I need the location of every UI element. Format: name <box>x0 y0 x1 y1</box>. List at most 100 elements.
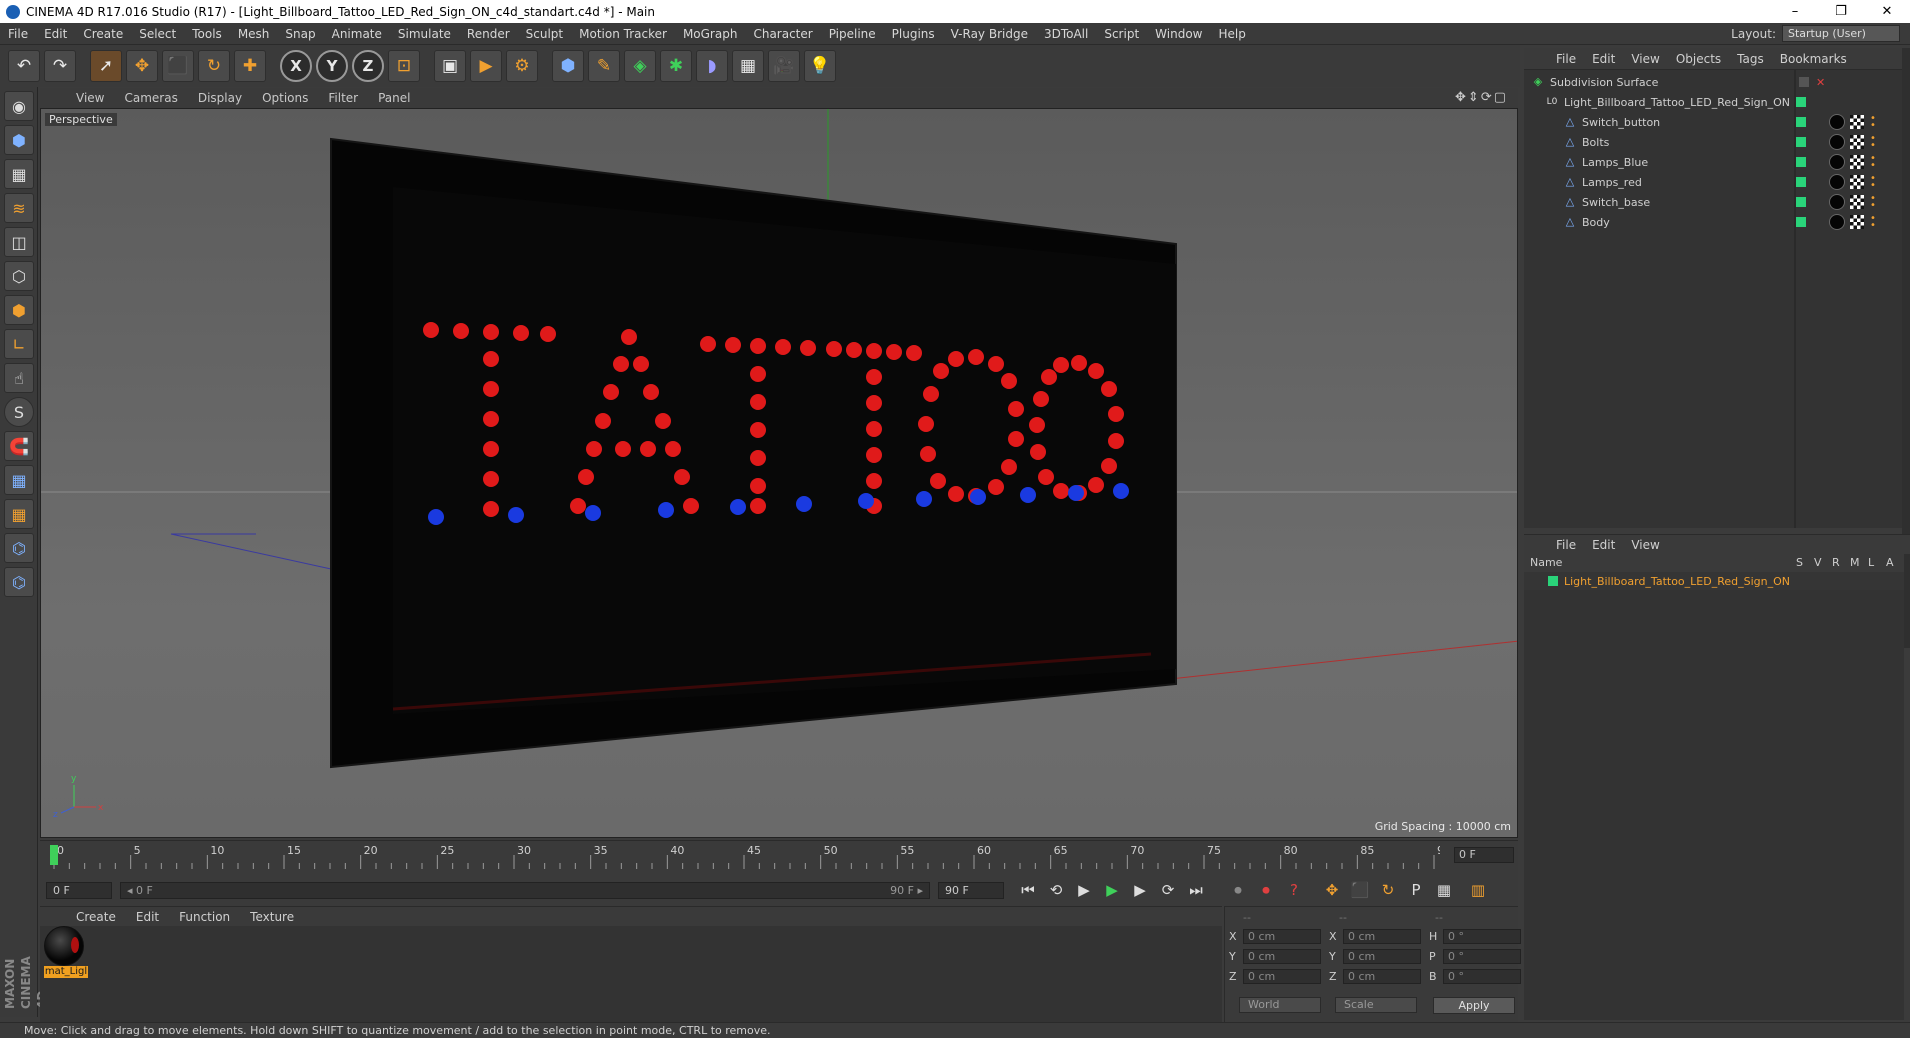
keyframe-selection-icon[interactable]: ? <box>1282 878 1306 902</box>
viewport-menu-display[interactable]: Display <box>188 91 252 105</box>
minimize-button[interactable]: – <box>1772 4 1818 19</box>
menu-select[interactable]: Select <box>131 27 184 41</box>
pen-spline-icon[interactable]: ✎ <box>588 50 620 82</box>
layer-col-manager[interactable]: M <box>1850 556 1860 569</box>
uvw-tag-icon[interactable] <box>1850 195 1864 209</box>
rotation-p-field[interactable]: 0 ° <box>1443 949 1521 964</box>
redo-icon[interactable]: ↷ <box>44 50 76 82</box>
viewport-menu-panel[interactable]: Panel <box>368 91 420 105</box>
column-divider[interactable] <box>1794 70 1796 528</box>
object-menu-bookmarks[interactable]: Bookmarks <box>1772 52 1855 66</box>
rotation-h-field[interactable]: 0 ° <box>1443 929 1521 944</box>
layer-col-locked[interactable]: L <box>1868 556 1874 569</box>
planar-workplane-icon[interactable]: ▦ <box>4 499 34 529</box>
floor-icon[interactable]: ▦ <box>732 50 764 82</box>
menu-snap[interactable]: Snap <box>277 27 323 41</box>
render-view-icon[interactable]: ▶ <box>470 50 502 82</box>
object-row-billboard-null[interactable]: L0 Light_Billboard_Tattoo_LED_Red_Sign_O… <box>1524 92 1904 112</box>
phong-tag-icon[interactable]: • • <box>1870 174 1882 191</box>
menu-file[interactable]: File <box>0 27 36 41</box>
uvw-tag-icon[interactable] <box>1850 115 1864 129</box>
move-tool-icon[interactable]: ✥ <box>126 50 158 82</box>
layer-row[interactable]: Light_Billboard_Tattoo_LED_Red_Sign_ON <box>1524 572 1904 590</box>
material-menu-create[interactable]: Create <box>66 910 126 924</box>
position-x-field[interactable]: 0 cm <box>1243 929 1321 944</box>
object-menu-file[interactable]: File <box>1548 52 1584 66</box>
render-settings-icon[interactable]: ⚙ <box>506 50 538 82</box>
y-axis-lock-icon[interactable]: Y <box>316 50 348 82</box>
go-to-end-icon[interactable]: ⏭ <box>1184 878 1208 902</box>
close-button[interactable]: ✕ <box>1864 4 1910 19</box>
autokey-icon[interactable]: ⏺ <box>1226 878 1250 902</box>
size-mode-dropdown[interactable]: Scale <box>1335 997 1417 1013</box>
layer-color-swatch[interactable] <box>1796 117 1806 127</box>
layer-color-swatch[interactable] <box>1796 197 1806 207</box>
layer-color-swatch[interactable] <box>1796 97 1806 107</box>
previous-frame-icon[interactable]: ◀ <box>1072 878 1096 902</box>
material-menu-function[interactable]: Function <box>169 910 240 924</box>
deformer-icon[interactable]: ◗ <box>696 50 728 82</box>
layer-col-name[interactable]: Name <box>1530 556 1562 569</box>
position-y-field[interactable]: 0 cm <box>1243 949 1321 964</box>
object-menu-objects[interactable]: Objects <box>1668 52 1729 66</box>
layer-color-swatch[interactable] <box>1796 137 1806 147</box>
x-axis-lock-icon[interactable]: X <box>280 50 312 82</box>
object-row-body[interactable]: △ Body • • <box>1524 212 1904 232</box>
layer-menu-edit[interactable]: Edit <box>1584 538 1623 552</box>
layer-color-swatch[interactable] <box>1796 157 1806 167</box>
rotation-b-field[interactable]: 0 ° <box>1443 969 1521 984</box>
size-x-field[interactable]: 0 cm <box>1343 929 1421 944</box>
menu-create[interactable]: Create <box>75 27 131 41</box>
menu-simulate[interactable]: Simulate <box>390 27 459 41</box>
position-z-field[interactable]: 0 cm <box>1243 969 1321 984</box>
phong-tag-icon[interactable]: • • <box>1870 194 1882 211</box>
phong-tag-icon[interactable]: • • <box>1870 214 1882 231</box>
edges-mode-icon[interactable]: ⬡ <box>4 261 34 291</box>
perspective-viewport[interactable]: y x z Perspective Grid Spacing : 10000 c… <box>40 108 1518 838</box>
start-frame-field[interactable]: 0 F <box>46 881 112 899</box>
live-select-icon[interactable]: ➚ <box>90 50 122 82</box>
material-menu-texture[interactable]: Texture <box>240 910 304 924</box>
viewport-menu-filter[interactable]: Filter <box>318 91 368 105</box>
restore-button[interactable]: ❐ <box>1818 4 1864 19</box>
frame-range-slider[interactable]: ◂ 0 F 90 F ▸ <box>120 881 930 899</box>
timeline-window-icon[interactable]: ▥ <box>1466 878 1490 902</box>
uvw-tag-icon[interactable] <box>1850 155 1864 169</box>
layer-color-swatch[interactable] <box>1548 576 1558 586</box>
rotate-tool-icon[interactable]: ↻ <box>198 50 230 82</box>
menu-pipeline[interactable]: Pipeline <box>821 27 884 41</box>
material-tag-icon[interactable] <box>1829 194 1845 210</box>
object-row-switch-button[interactable]: △ Switch_button • • <box>1524 112 1904 132</box>
next-key-icon[interactable]: ⟳ <box>1156 878 1180 902</box>
disabled-x-icon[interactable]: ✕ <box>1816 76 1825 89</box>
size-z-field[interactable]: 0 cm <box>1343 969 1421 984</box>
object-row-switch-base[interactable]: △ Switch_base • • <box>1524 192 1904 212</box>
make-editable-icon[interactable]: ◉ <box>4 91 34 121</box>
cube-primitive-icon[interactable]: ⬢ <box>552 50 584 82</box>
menu-motion-tracker[interactable]: Motion Tracker <box>571 27 675 41</box>
key-pla-icon[interactable]: ▦ <box>1432 878 1456 902</box>
layer-col-solo[interactable]: S <box>1796 556 1803 569</box>
lock-workplane-icon[interactable]: ▦ <box>4 465 34 495</box>
menu-mograph[interactable]: MoGraph <box>675 27 746 41</box>
layer-color-swatch[interactable] <box>1796 217 1806 227</box>
menu-sculpt[interactable]: Sculpt <box>518 27 571 41</box>
z-axis-lock-icon[interactable]: Z <box>352 50 384 82</box>
layer-menu-file[interactable]: File <box>1548 538 1584 552</box>
menu-tools[interactable]: Tools <box>184 27 230 41</box>
object-row-subdivision-surface[interactable]: ◈ Subdivision Surface ✕ <box>1524 72 1904 92</box>
cloner-icon[interactable]: ✱ <box>660 50 692 82</box>
camera-icon[interactable]: 🎥 <box>768 50 800 82</box>
material-menu-edit[interactable]: Edit <box>126 910 169 924</box>
key-scale-icon[interactable]: ⬛ <box>1348 878 1372 902</box>
light-icon[interactable]: 💡 <box>804 50 836 82</box>
layer-col-visible[interactable]: V <box>1814 556 1822 569</box>
points-mode-icon[interactable]: ◫ <box>4 227 34 257</box>
menu-edit[interactable]: Edit <box>36 27 75 41</box>
polygons-mode-icon[interactable]: ⬢ <box>4 295 34 325</box>
python-console-icon[interactable]: ⌬ <box>4 567 34 597</box>
object-menu-tags[interactable]: Tags <box>1729 52 1772 66</box>
magnet-icon[interactable]: 🧲 <box>4 431 34 461</box>
axis-mode-icon[interactable]: ∟ <box>4 329 34 359</box>
tweak-mode-icon[interactable]: ☝ <box>4 363 34 393</box>
